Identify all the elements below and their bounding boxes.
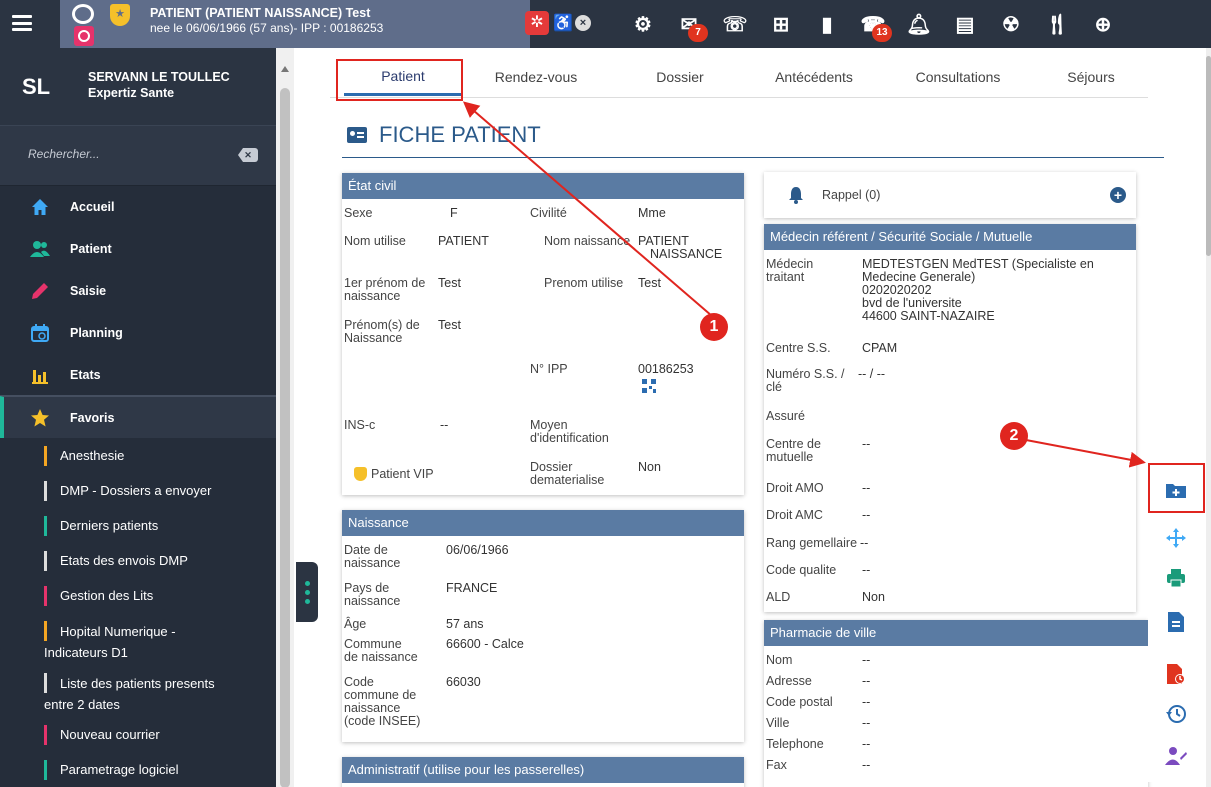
annotation-marker-1: 1: [700, 313, 728, 341]
annotation-arrows: [462, 101, 1146, 468]
annotation-marker-2: 2: [1000, 422, 1028, 450]
app-window: ★ PATIENT (PATIENT NAISSANCE) Test nee l…: [0, 0, 1211, 787]
annotation-box-patient-tab: [336, 59, 463, 101]
annotation-box-new-folder: [1148, 463, 1205, 513]
